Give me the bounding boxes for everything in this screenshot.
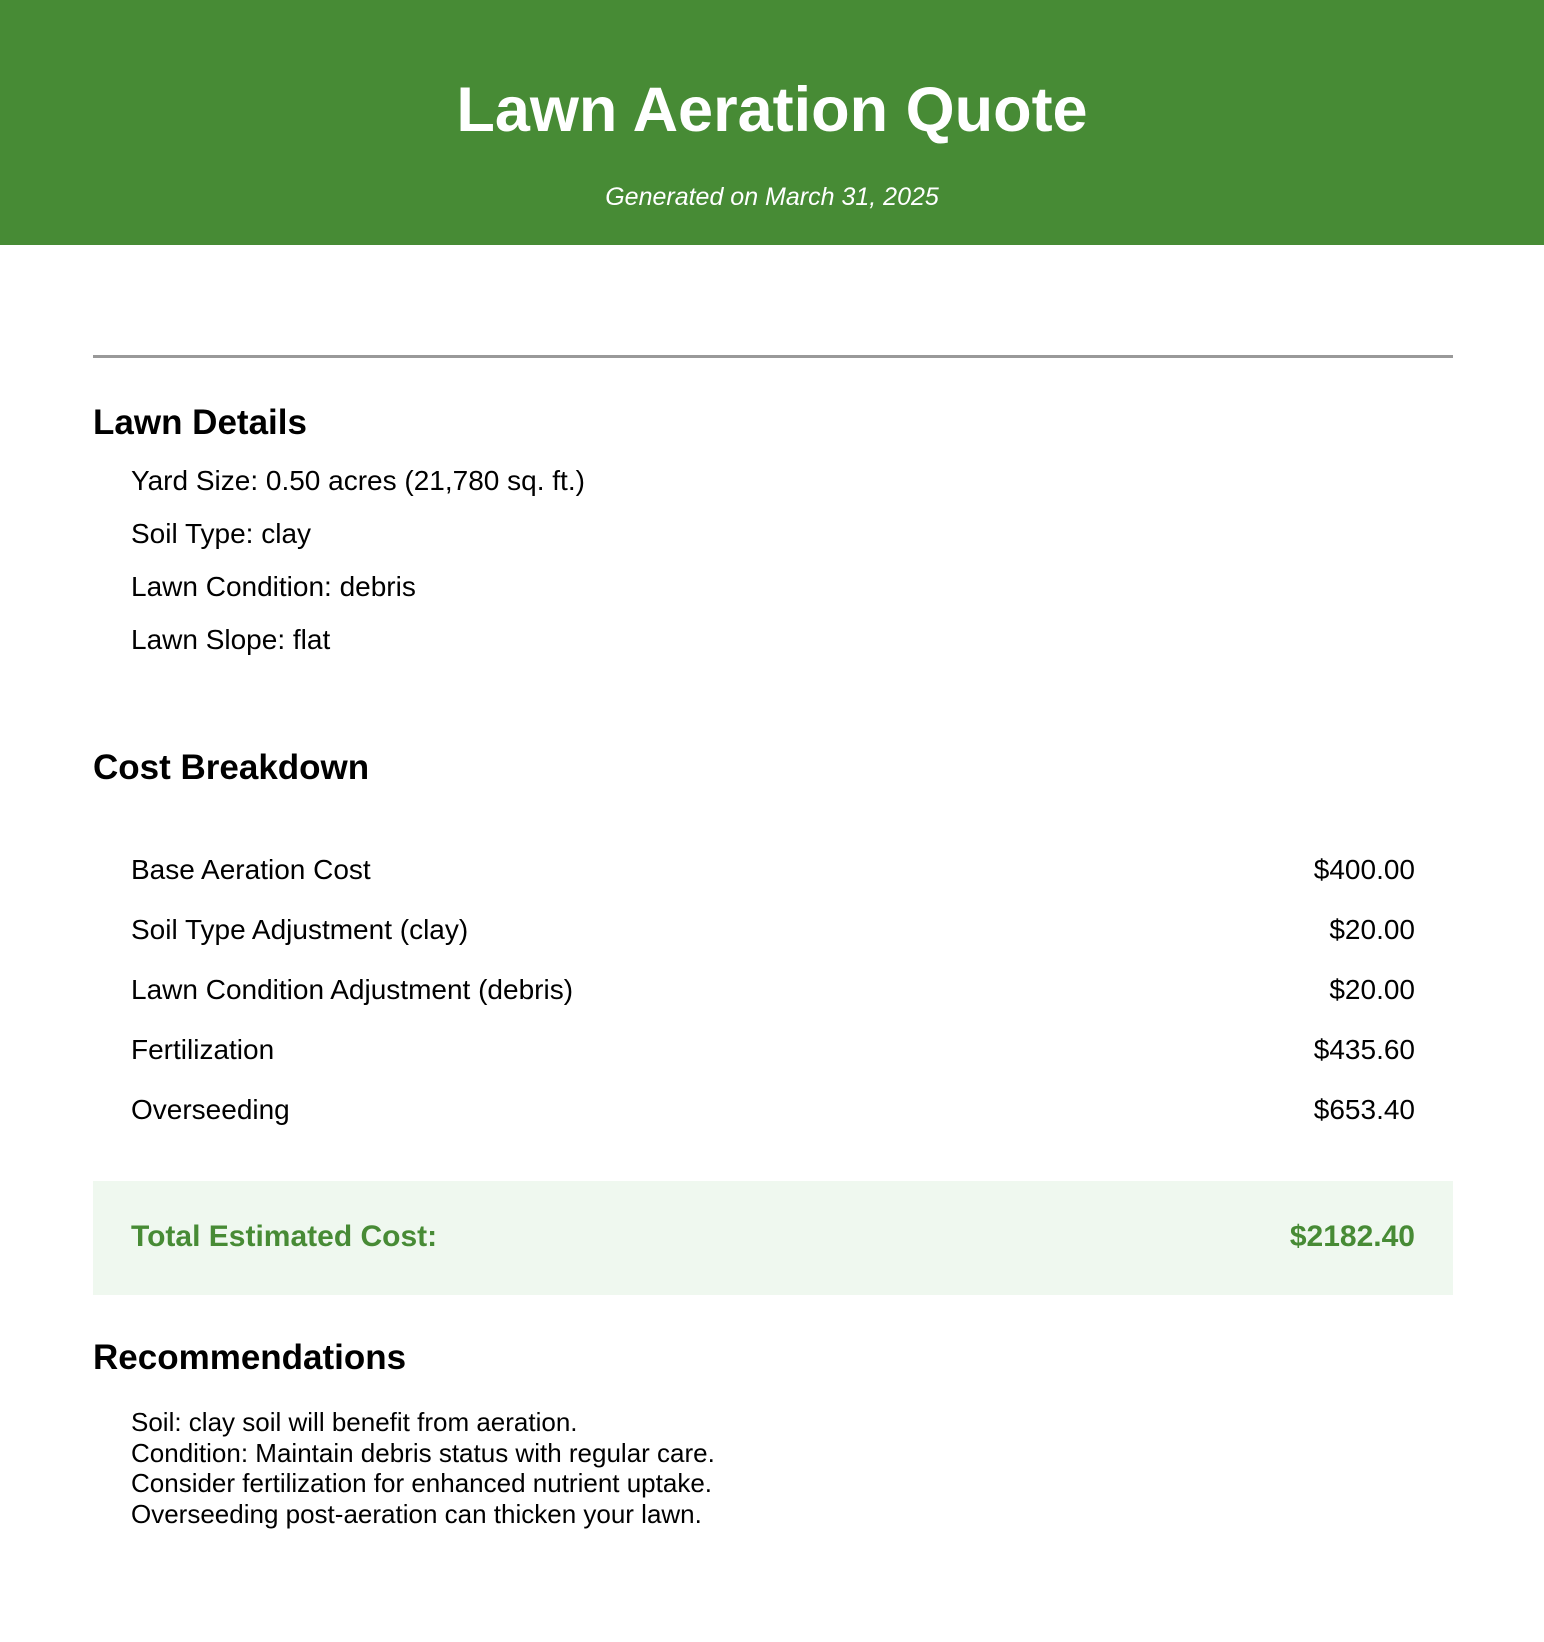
recommendations-heading: Recommendations: [93, 1338, 407, 1377]
total-cost-box: Total Estimated Cost: $2182.40: [93, 1181, 1453, 1295]
total-cost-label: Total Estimated Cost:: [131, 1220, 438, 1253]
recommendation-item: Consider fertilization for enhanced nutr…: [131, 1468, 713, 1498]
soil-type-detail: Soil Type: clay: [131, 518, 312, 549]
cost-row-fertilization: Fertilization $435.60: [131, 1032, 1415, 1068]
recommendation-item: Soil: clay soil will benefit from aerati…: [131, 1407, 578, 1437]
total-cost-amount: $2182.40: [1289, 1220, 1415, 1253]
cost-row-soil-adjustment: Soil Type Adjustment (clay) $20.00: [131, 912, 1415, 948]
recommendation-item: Condition: Maintain debris status with r…: [131, 1437, 715, 1468]
cost-amount: $20.00: [1329, 914, 1415, 945]
cost-label: Fertilization: [131, 1034, 275, 1065]
cost-breakdown-heading: Cost Breakdown: [93, 748, 370, 787]
page-title: Lawn Aeration Quote: [456, 75, 1088, 145]
cost-row-condition-adjustment: Lawn Condition Adjustment (debris) $20.0…: [131, 972, 1415, 1008]
cost-label: Base Aeration Cost: [131, 854, 371, 885]
lawn-slope-detail: Lawn Slope: flat: [131, 624, 331, 655]
lawn-condition-detail: Lawn Condition: debris: [131, 571, 416, 602]
quote-header: Lawn Aeration Quote Generated on March 3…: [0, 0, 1544, 245]
cost-label: Overseeding: [131, 1094, 290, 1125]
cost-amount: $653.40: [1313, 1094, 1415, 1125]
cost-amount: $20.00: [1329, 974, 1415, 1005]
recommendations-list: Soil: clay soil will benefit from aerati…: [131, 1407, 715, 1529]
cost-amount: $435.60: [1313, 1034, 1415, 1065]
cost-row-base-aeration: Base Aeration Cost $400.00: [131, 852, 1415, 888]
section-divider: [93, 355, 1453, 358]
generated-date: Generated on March 31, 2025: [605, 183, 939, 211]
cost-amount: $400.00: [1313, 854, 1415, 885]
cost-label: Lawn Condition Adjustment (debris): [131, 974, 574, 1005]
cost-label: Soil Type Adjustment (clay): [131, 914, 469, 945]
yard-size-detail: Yard Size: 0.50 acres (21,780 sq. ft.): [131, 465, 585, 496]
cost-row-overseeding: Overseeding $653.40: [131, 1092, 1415, 1128]
lawn-details-heading: Lawn Details: [93, 403, 307, 442]
recommendation-item: Overseeding post-aeration can thicken yo…: [131, 1498, 702, 1529]
